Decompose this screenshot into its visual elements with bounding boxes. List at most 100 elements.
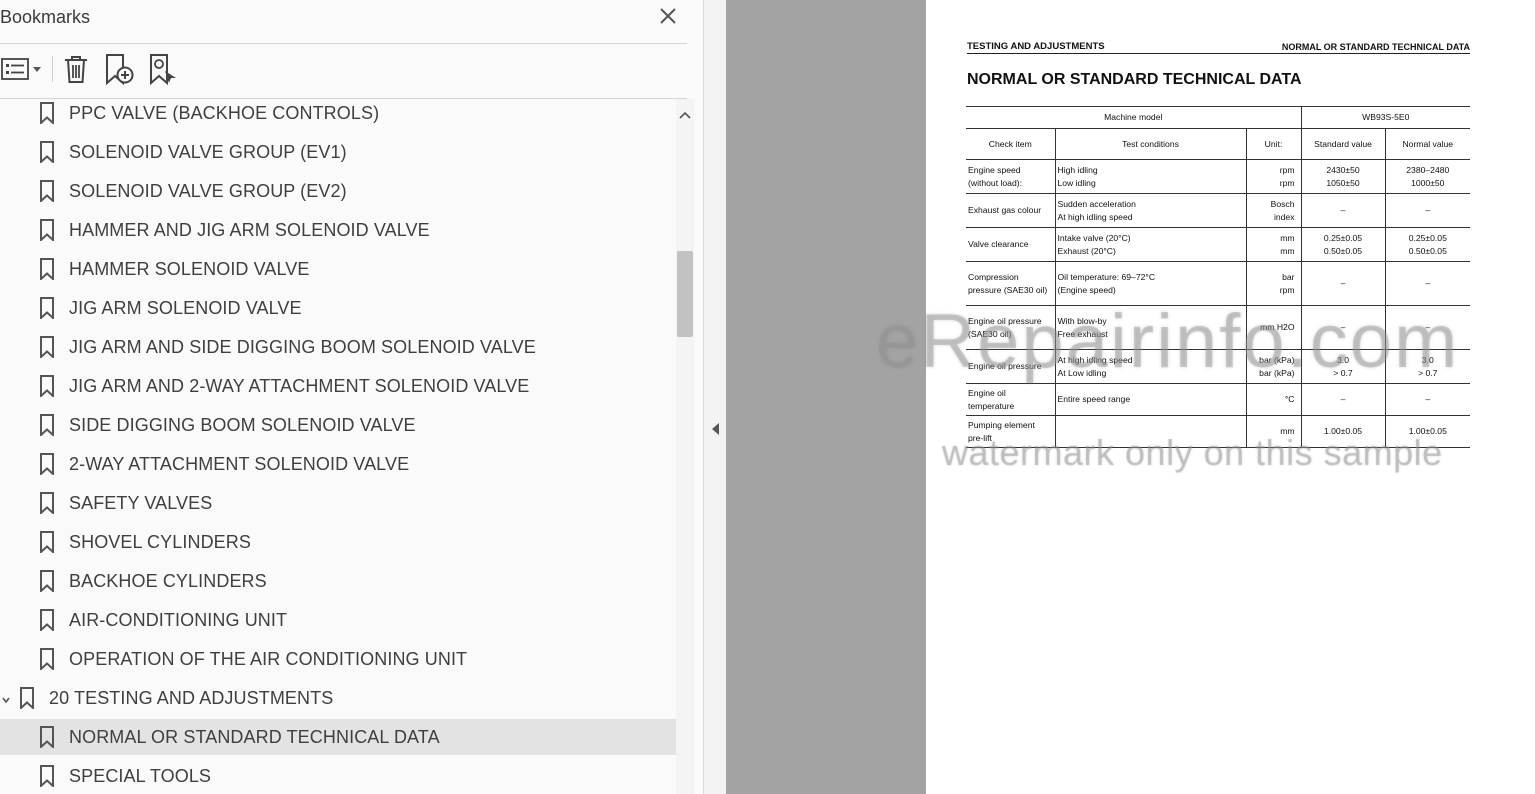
bookmark-item[interactable]: SPECIAL TOOLS [0,758,676,794]
bookmark-icon-wrap [39,414,55,441]
cell-line: bar [1282,271,1295,282]
delete-bookmark-button[interactable] [60,52,92,86]
page-header-rule [967,53,1470,54]
bookmark-icon-wrap [39,765,55,792]
document-page: TESTING AND ADJUSTMENTS NORMAL OR STANDA… [926,0,1535,794]
table-row: Valve clearance Intake valve (20°C) Exhaus… [966,227,1471,262]
bookmark-icon [40,492,54,516]
check-item-cell: Engine oil temperature [966,383,1055,416]
close-icon [660,8,676,24]
cell-line: bar (kPa) [1259,367,1295,378]
cell-line: mm [1280,232,1295,243]
triangle-left-icon [711,423,719,435]
normal-value-cell: 0.25±0.05 0.50±0.05 [1384,227,1471,262]
table-model-row: Machine model WB93S-5E0 [966,106,1471,129]
bookmark-icon-wrap [39,492,55,519]
scrollbar-track[interactable] [676,99,694,794]
bookmark-icon [40,531,54,555]
bookmark-label: SOLENOID VALVE GROUP (EV2) [69,180,347,201]
bookmark-item[interactable]: PPC VALVE (BACKHOE CONTROLS) [0,99,676,131]
bookmark-icon [40,570,54,594]
bookmark-icon-wrap [39,453,55,480]
bookmark-icon-wrap [39,570,55,597]
normal-value-cell: 3.0 > 0.7 [1384,349,1471,384]
bookmark-label: 20 TESTING AND ADJUSTMENTS [49,687,334,708]
bookmark-icon-wrap [39,609,55,636]
test-condition-cell: At high idling speed At Low idling [1054,349,1246,384]
cell-line: > 0.7 [1418,367,1438,378]
test-condition-cell: With blow-by Free exhaust [1054,305,1246,350]
expand-toggle[interactable] [1,692,11,710]
cell-line: 2380–2480 [1406,164,1450,175]
panel-title: Bookmarks [0,7,91,27]
bookmark-icon-wrap [39,258,55,285]
scrollbar-thumb[interactable] [677,251,693,337]
bookmark-item[interactable]: JIG ARM SOLENOID VALVE [0,290,676,326]
bookmark-icon [40,453,54,477]
bookmark-item[interactable]: JIG ARM AND SIDE DIGGING BOOM SOLENOID V… [0,329,676,365]
bookmark-icon-wrap [39,102,55,129]
cell-line: rpm [1279,164,1295,175]
bookmark-icon-wrap [39,336,55,363]
check-item-cell: Compression pressure (SAE30 oil) [966,261,1055,306]
bookmark-icon [40,375,54,399]
test-condition-cell: Intake valve (20°C) Exhaust (20°C) [1054,227,1246,262]
bookmark-item[interactable]: NORMAL OR STANDARD TECHNICAL DATA [0,719,676,755]
bookmark-label: NORMAL OR STANDARD TECHNICAL DATA [69,726,440,747]
toolbar-separator [52,56,53,82]
bookmark-icon [40,180,54,204]
standard-value-cell: 1.00±0.05 [1300,415,1386,448]
cell-line: (Engine speed) [1057,284,1116,295]
panel-splitter[interactable] [703,0,726,794]
bookmark-label: JIG ARM AND 2-WAY ATTACHMENT SOLENOID VA… [69,375,530,396]
cell-line: – [1425,205,1431,215]
bookmark-item[interactable]: SAFETY VALVES [0,485,676,521]
bookmark-label: SHOVEL CYLINDERS [69,531,251,552]
close-panel-button[interactable] [656,4,680,28]
unit-cell: Bosch index [1245,193,1302,228]
bookmark-item[interactable]: AIR-CONDITIONING UNIT [0,602,676,638]
bookmark-item[interactable]: 20 TESTING AND ADJUSTMENTS [0,680,676,716]
bookmark-icon [40,102,54,126]
test-condition-cell [1054,415,1246,448]
bookmark-item[interactable]: JIG ARM AND 2-WAY ATTACHMENT SOLENOID VA… [0,368,676,404]
cell-line: mm [1280,245,1295,256]
bookmark-item[interactable]: BACKHOE CYLINDERS [0,563,676,599]
options-menu-button[interactable] [0,52,44,86]
cell-line: 3.0 [1421,354,1434,365]
cell-line: 1.00±0.05 [1408,426,1447,436]
table-row: Engine oil pressure (SAE30 oil) With blow… [966,305,1471,350]
find-bookmark-button[interactable] [146,52,180,86]
bookmark-item[interactable]: HAMMER SOLENOID VALVE [0,251,676,287]
cell-line: Oil temperature: 69–72°C [1057,271,1156,282]
bookmark-item[interactable]: HAMMER AND JIG ARM SOLENOID VALVE [0,212,676,248]
new-bookmark-button[interactable] [102,52,136,86]
bookmark-item[interactable]: SIDE DIGGING BOOM SOLENOID VALVE [0,407,676,443]
bookmark-icon-wrap [39,219,55,246]
bookmark-item[interactable]: OPERATION OF THE AIR CONDITIONING UNIT [0,641,676,677]
cell-line: Exhaust (20°C) [1057,245,1116,256]
bookmark-icon-wrap [19,687,35,714]
bookmark-item[interactable]: SOLENOID VALVE GROUP (EV1) [0,134,676,170]
bookmark-label: PPC VALVE (BACKHOE CONTROLS) [69,102,380,123]
standard-value-cell: – [1300,383,1386,416]
bookmark-item[interactable]: SOLENOID VALVE GROUP (EV2) [0,173,676,209]
col-test-conditions: Test conditions [1054,128,1246,160]
cell-line: 1.00±0.05 [1323,426,1363,436]
bookmark-item[interactable]: SHOVEL CYLINDERS [0,524,676,560]
page-header-left: TESTING AND ADJUSTMENTS [967,41,1105,52]
standard-value-cell: – [1300,305,1386,350]
bookmark-item[interactable]: 2-WAY ATTACHMENT SOLENOID VALVE [0,446,676,482]
bookmark-list: PPC VALVE (BACKHOE CONTROLS) SOLENOID VAL… [0,99,676,794]
cell-line: Intake valve (20°C) [1057,232,1131,243]
cell-line: High idling [1057,164,1098,175]
bookmarks-panel: Bookmarks PPC VALVE (BACKHOE CONTROLS) S… [0,0,703,794]
table-row: Compression pressure (SAE30 oil) Oil temp… [966,261,1471,306]
cell-line: 0.50±0.05 [1323,245,1363,256]
test-condition-cell: High idling Low idling [1054,159,1246,194]
scroll-up-button[interactable] [676,106,694,124]
collapse-panel-button[interactable] [709,419,721,439]
bookmark-icon-wrap [39,180,55,207]
test-condition-cell: Sudden acceleration At high idling speed [1054,193,1246,228]
table-row: Pumping element pre-lift mm 1.00±0.05 1.00±… [966,415,1471,448]
